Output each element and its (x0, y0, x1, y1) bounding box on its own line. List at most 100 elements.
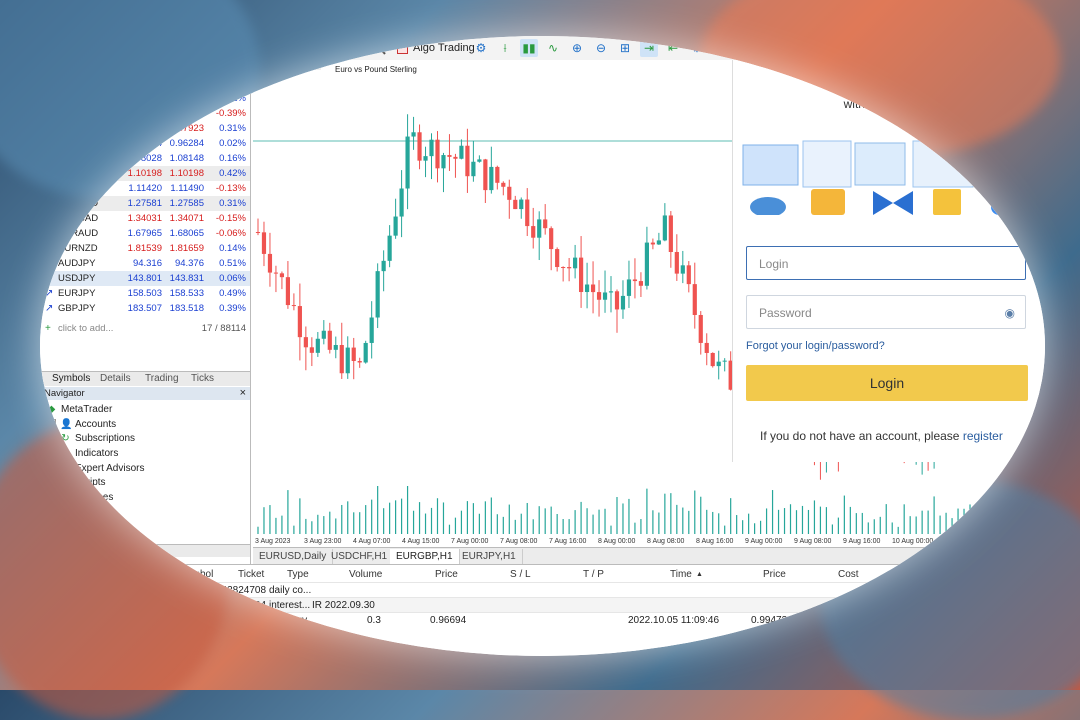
line-chart-icon[interactable]: ∿ (544, 39, 562, 57)
col-ticket[interactable]: Ticket (238, 569, 264, 580)
navigator-item[interactable]: + ■ Scripts (46, 476, 106, 490)
forgot-password-link[interactable]: Forgot your login/password? (746, 340, 885, 352)
candle-body (417, 132, 422, 161)
navigator-item[interactable]: + ▦ ls (46, 520, 82, 534)
zoom-out-icon[interactable]: ⊖ (592, 39, 610, 57)
navigator-item[interactable]: + ◈ Expert Advisors (46, 461, 144, 475)
table-row[interactable]: ↗ GBPJPY 183.507 183.518 0.39% (40, 301, 250, 316)
x-tick-label: 4 Aug 15:00 (402, 538, 439, 545)
candle-body (650, 242, 655, 245)
arrow-up-icon: ↗ (45, 138, 54, 149)
table-row[interactable]: ↘ 0.86373 0.86374 0.12% (40, 91, 250, 106)
table-row[interactable]: ↗ GBPCHF 1.11420 1.11490 -0.13% (40, 181, 250, 196)
volume-bar (514, 519, 516, 534)
chart-tab-eurjpy[interactable]: EURJPY,H1 (456, 549, 523, 564)
volume-bar (341, 504, 343, 534)
table-row[interactable]: ↗ AUDJPY 94.316 94.376 0.51% (40, 256, 250, 271)
volume-bar (424, 513, 427, 534)
autoscroll-icon[interactable]: ⇥ (640, 39, 658, 57)
expand-icon[interactable]: + (46, 448, 56, 459)
tab-favorites[interactable]: ites (120, 545, 135, 556)
arrow-down-icon: ↘ (45, 243, 54, 254)
search-chart-icon[interactable]: 🔍 (370, 39, 388, 57)
navigator-item[interactable]: + ∿ Indicators (46, 446, 118, 460)
zoom-in-icon[interactable]: ⊕ (568, 39, 586, 57)
navigator-item[interactable]: + 👤 Accounts (46, 417, 116, 431)
candlestick-icon[interactable]: ▮▮ (520, 39, 538, 57)
navigator-item[interactable]: + ▣ Market (46, 505, 106, 519)
table-row[interactable]: ↗ 0.65606 0.44% (40, 76, 250, 91)
volume-bar (574, 510, 576, 534)
tab-details[interactable]: Details (100, 373, 131, 384)
tab-trading[interactable]: Trading (145, 373, 179, 384)
volume-bar (622, 503, 624, 534)
expand-icon[interactable]: + (46, 433, 56, 444)
navigator-root[interactable]: ◆ MetaTrader (46, 402, 113, 416)
bid-price: 1.81539 (127, 243, 162, 254)
col-tp[interactable]: T / P (583, 569, 604, 580)
daily-change: 0.14% (219, 243, 246, 254)
expand-icon[interactable]: + (46, 463, 56, 474)
expand-icon[interactable]: + (46, 419, 56, 429)
table-row[interactable]: ↘ 0.87356 0.87358 -0.39% (40, 106, 250, 121)
add-symbol-row[interactable]: + click to add... 17 / 88114 (40, 321, 250, 336)
navigator-item[interactable]: + ◉ Services (46, 491, 113, 505)
col-sl[interactable]: S / L (510, 569, 531, 580)
volume-bar (957, 508, 959, 534)
table-row[interactable]: ↘ EURNZD 1.81539 1.81659 0.14% (40, 241, 250, 256)
navigator-close-icon[interactable]: × (240, 387, 246, 399)
properties-icon[interactable]: ⚙ (688, 39, 706, 57)
settings-gear-icon[interactable]: ⚙ (472, 39, 490, 57)
col-symbol[interactable]: Symbol (180, 569, 213, 580)
table-row[interactable]: ↗ GBPUSD 1.27581 1.27585 0.31% (40, 196, 250, 211)
table-row[interactable]: ↘ USDCAD 1.34031 1.34071 -0.15% (40, 211, 250, 226)
col-type[interactable]: Type (287, 569, 309, 580)
algo-trading-button[interactable]: Algo Trading (397, 40, 475, 56)
tab-ticks[interactable]: Ticks (191, 373, 214, 384)
table-row[interactable]: ↗ EURAUD 1.67965 1.68065 -0.06% (40, 226, 250, 241)
table-row[interactable]: 243824708 daily co... (40, 582, 1045, 598)
ask-price: 94.376 (174, 258, 204, 269)
table-row[interactable]: ↘ URUSD 1.10198 1.10198 0.42% (40, 166, 250, 181)
table-row[interactable]: 243828804 interest... IR 2022.09.30 (40, 597, 1045, 613)
tab-symbols[interactable]: Symbols (52, 373, 90, 384)
bar-chart-icon[interactable]: ⟊ (496, 39, 514, 57)
col-volume[interactable]: Volume (349, 569, 382, 580)
navigator-item[interactable]: + ↻ Subscriptions (46, 432, 135, 446)
candle-body (387, 235, 392, 261)
password-input[interactable]: Password ◉ (746, 295, 1026, 329)
login-input[interactable]: Login (746, 246, 1026, 280)
show-password-eye-icon[interactable]: ◉ (1005, 296, 1015, 330)
chart-tab-usdchf[interactable]: USDCHF,H1 (325, 549, 395, 564)
volume-bar (771, 490, 774, 534)
arrow-up-icon: ↗ (45, 273, 54, 284)
chart-tab-eurgbp[interactable]: EURGBP,H1 (390, 549, 460, 564)
col-price-current[interactable]: Price (763, 569, 786, 580)
chart-tab-eurusd[interactable]: EURUSD,Daily (253, 549, 334, 564)
volume-bar (736, 515, 738, 534)
table-row[interactable]: buy 0.3 0.96694 2022.10.05 11:09:46 0.99… (40, 612, 1045, 628)
grid-icon[interactable]: ⊞ (616, 39, 634, 57)
expand-icon[interactable]: + (46, 507, 56, 518)
table-row[interactable]: ↗ EURJPY 158.503 158.533 0.49% (40, 286, 250, 301)
col-price[interactable]: Price (435, 569, 458, 580)
table-row[interactable]: ↗ USDJPY 143.801 143.831 0.06% (40, 271, 250, 286)
volume-bar (933, 496, 935, 534)
table-row[interactable]: ↗ NZD 1.08028 1.08148 0.16% (40, 151, 250, 166)
login-button[interactable]: Login (746, 365, 1028, 401)
sort-arrow-icon: ▲ (696, 571, 703, 578)
col-cost[interactable]: Cost (838, 569, 859, 580)
expand-icon[interactable]: + (46, 521, 56, 532)
chart-shift-icon[interactable]: ⇤ (664, 39, 682, 57)
bid-price: 1.10198 (127, 168, 162, 179)
register-link[interactable]: register (963, 429, 1003, 443)
table-row[interactable]: ↘ 0.87910 0.87923 0.31% (40, 121, 250, 136)
volume-bar (287, 490, 289, 534)
row-type: interest... (269, 600, 311, 611)
col-time[interactable]: Time (670, 569, 692, 580)
table-row[interactable]: ↗ 0.96254 0.96284 0.02% (40, 136, 250, 151)
expand-icon[interactable]: + (46, 477, 56, 488)
table-row[interactable]: ↗ 0.27% (40, 61, 250, 76)
expand-icon[interactable]: + (46, 492, 56, 503)
candle-body (584, 284, 590, 293)
